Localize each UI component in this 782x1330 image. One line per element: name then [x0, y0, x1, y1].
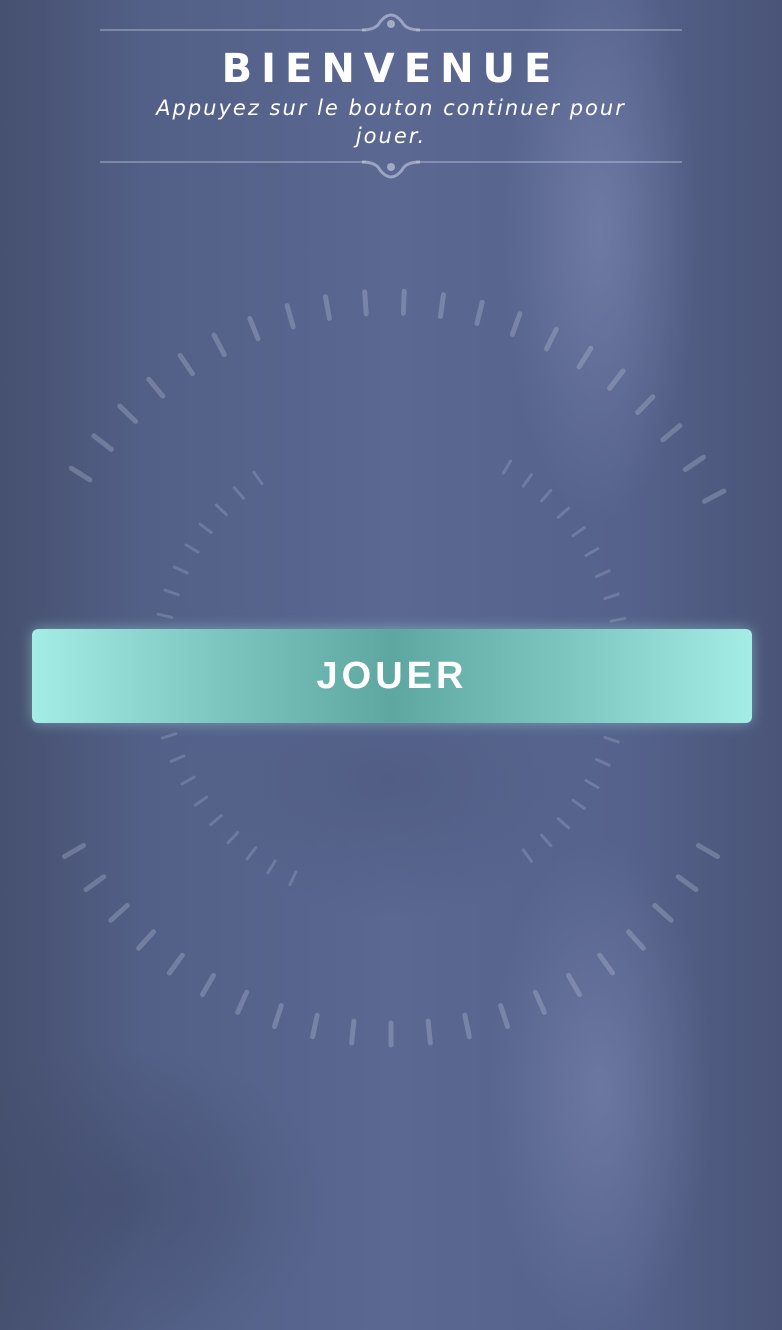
page-subtitle: Appuyez sur le bouton continuer pour jou…	[156, 96, 626, 148]
dial-tick	[502, 459, 512, 475]
dial-tick	[163, 588, 180, 597]
dial-tick	[400, 288, 407, 316]
dial-tick	[498, 1003, 510, 1029]
dial-tick	[245, 846, 258, 861]
dial-tick	[136, 929, 156, 951]
dial-tick	[184, 543, 200, 554]
dial-tick	[462, 1012, 472, 1040]
dial-tick	[635, 394, 656, 416]
dial-tick	[609, 616, 627, 623]
dial-tick	[597, 952, 616, 976]
dial-tick	[532, 989, 547, 1015]
dial-tick	[169, 754, 186, 763]
dial-tick	[156, 612, 174, 619]
dial-tick	[252, 470, 264, 486]
play-button[interactable]: JOUER	[32, 629, 752, 723]
dial-tick	[193, 795, 209, 807]
dial-tick	[682, 454, 706, 472]
dial-tick	[509, 311, 523, 337]
dial-tick	[584, 779, 600, 789]
dial-tick	[556, 817, 571, 830]
dial-tick	[540, 833, 553, 848]
dial-tick	[571, 526, 586, 538]
dial-tick	[474, 299, 485, 326]
dial-tick	[198, 522, 213, 535]
dial-tick	[595, 758, 611, 767]
dial-tick	[584, 547, 600, 557]
dial-tick	[607, 368, 626, 391]
dial-tick	[540, 488, 553, 503]
dial-tick	[695, 843, 720, 859]
dial-tick	[214, 503, 228, 517]
dial-tick	[177, 353, 195, 377]
dial-tick	[660, 423, 683, 443]
dial-tick	[247, 316, 261, 342]
dial-tick	[310, 1012, 320, 1040]
dial-tick	[200, 972, 216, 997]
dial-tick	[266, 859, 277, 875]
dial-tick	[603, 592, 620, 600]
dial-tick	[235, 989, 250, 1015]
dial-tick	[571, 798, 586, 810]
dial-tick	[117, 403, 139, 424]
dial-tick	[675, 874, 699, 893]
dial-tick	[284, 303, 296, 330]
dial-tick	[62, 843, 87, 859]
dial-tick	[68, 465, 93, 483]
dial-tick	[576, 345, 594, 370]
dial-tick	[652, 903, 674, 923]
dial-tick	[226, 831, 240, 845]
dial-tick	[91, 433, 114, 452]
dial-tick	[323, 294, 332, 321]
dial-tick	[288, 870, 298, 887]
page-title: BIENVENUE	[221, 46, 561, 92]
dial-tick	[521, 848, 533, 863]
dial-tick	[211, 332, 227, 358]
dial-tick	[209, 814, 223, 827]
welcome-header: BIENVENUE Appuyez sur le bouton continue…	[100, 0, 682, 190]
dial-tick	[146, 376, 166, 399]
dial-tick	[521, 473, 533, 488]
dial-tick	[108, 903, 130, 923]
dial-tick	[362, 289, 369, 317]
dial-tick	[166, 952, 185, 976]
play-button-label: JOUER	[316, 655, 468, 697]
dial-tick	[160, 732, 178, 740]
dial-tick	[544, 326, 559, 352]
dial-tick	[603, 736, 620, 744]
dial-tick	[232, 486, 245, 500]
dial-tick	[437, 292, 446, 319]
dial-tick	[272, 1003, 284, 1029]
dial-tick	[556, 506, 571, 519]
dial-tick	[626, 929, 646, 951]
dial-tick	[566, 972, 582, 997]
dial-tick	[595, 569, 611, 578]
dial-tick	[180, 775, 196, 786]
dial-tick	[83, 874, 107, 893]
header-top-ornament-icon	[100, 13, 682, 32]
dial-tick	[349, 1018, 357, 1046]
header-bottom-ornament-icon	[100, 160, 682, 179]
dial-tick	[172, 565, 189, 575]
dial-tick	[701, 488, 727, 504]
dial-tick	[425, 1018, 433, 1046]
